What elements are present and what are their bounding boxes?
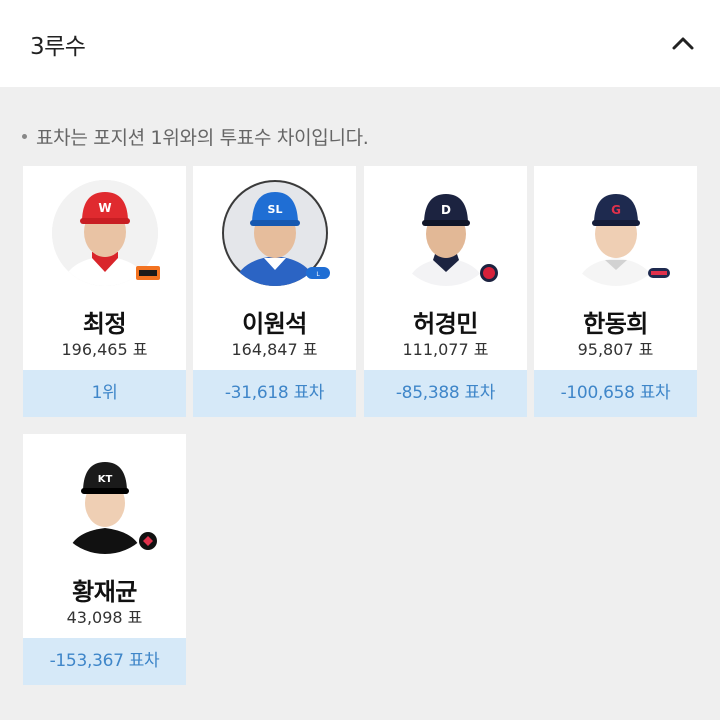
vote-diff-notice: 표차는 포지션 1위와의 투표수 차이입니다. (22, 123, 369, 150)
svg-text:KT: KT (98, 474, 113, 485)
player-card[interactable]: G 한동희 95,807 표 -100,658 표차 (534, 166, 697, 417)
eagles-logo-icon (135, 262, 161, 284)
vote-diff: -153,367 표차 (23, 638, 186, 685)
chevron-up-icon (672, 37, 694, 50)
giants-logo-icon (646, 262, 672, 284)
player-card[interactable]: D 허경민 111,077 표 -85,388 표차 (364, 166, 527, 417)
bullet-icon (22, 134, 27, 139)
vote-count: 111,077 표 (402, 340, 489, 359)
lions-logo-icon: L (305, 262, 331, 284)
player-card[interactable]: W 최정 196,465 표 1위 (23, 166, 186, 417)
player-name: 황재균 (72, 578, 137, 606)
vote-count: 43,098 표 (66, 608, 143, 627)
section-header: 3루수 (0, 0, 720, 87)
vote-count: 95,807 표 (577, 340, 654, 359)
vote-diff: -31,618 표차 (193, 370, 356, 417)
collapse-button[interactable] (668, 28, 698, 58)
section-title: 3루수 (30, 34, 86, 60)
player-card[interactable]: SL L 이원석 164,847 표 -31,618 표차 (193, 166, 356, 417)
svg-text:SL: SL (268, 203, 283, 216)
vote-count: 196,465 표 (61, 340, 148, 359)
vote-count: 164,847 표 (231, 340, 318, 359)
vote-diff: 1위 (23, 370, 186, 417)
player-name: 최정 (82, 310, 127, 338)
svg-text:G: G (611, 203, 621, 217)
player-name: 이원석 (242, 310, 307, 338)
player-card[interactable]: KT 황재균 43,098 표 -153,367 표차 (23, 434, 186, 685)
wiz-logo-icon (135, 530, 161, 552)
vote-diff: -85,388 표차 (364, 370, 527, 417)
bears-logo-icon (476, 262, 502, 284)
svg-text:D: D (441, 203, 451, 217)
svg-text:W: W (98, 201, 111, 215)
player-name: 한동희 (583, 310, 648, 338)
vote-diff: -100,658 표차 (534, 370, 697, 417)
player-name: 허경민 (413, 310, 478, 338)
notice-text: 표차는 포지션 1위와의 투표수 차이입니다. (36, 127, 369, 149)
